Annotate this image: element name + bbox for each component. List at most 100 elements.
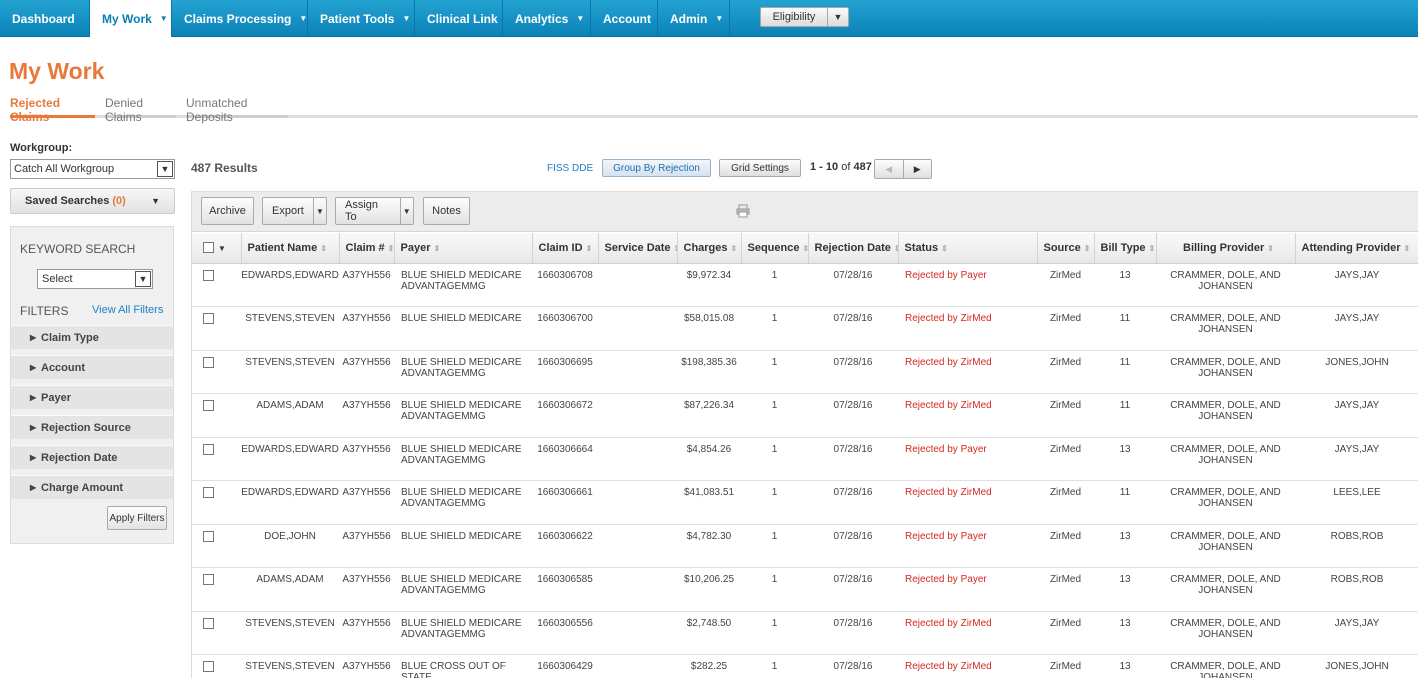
filter-rejection-source[interactable]: ▶ Rejection Source xyxy=(11,415,173,439)
column-header[interactable]: Claim ID ⇕ xyxy=(532,233,599,264)
filter-charge-amount[interactable]: ▶ Charge Amount xyxy=(11,475,173,499)
column-header[interactable]: Sequence⇕ xyxy=(741,233,809,264)
filter-label: Account xyxy=(41,361,85,374)
chevron-down-icon[interactable]: ▼ xyxy=(399,198,413,224)
row-checkbox[interactable] xyxy=(203,443,214,455)
filter-rejection-date[interactable]: ▶ Rejection Date xyxy=(11,445,173,469)
next-page-icon[interactable]: ▶ xyxy=(903,160,931,178)
eligibility-label[interactable]: Eligibility xyxy=(761,8,827,26)
chevron-down-icon[interactable]: ▼ xyxy=(827,8,848,26)
column-header[interactable]: Claim # ⇕ xyxy=(339,233,395,264)
previous-page-icon[interactable]: ◀ xyxy=(875,160,904,178)
row-select-cell xyxy=(192,263,241,307)
nav-item-claims-processing[interactable]: Claims Processing ▼ xyxy=(172,0,308,37)
rejection-date-cell: 07/28/16 xyxy=(808,393,898,438)
column-header[interactable]: Source ⇕ xyxy=(1037,233,1095,264)
chevron-down-icon[interactable]: ▼ xyxy=(312,198,326,224)
row-checkbox[interactable] xyxy=(203,617,214,629)
tab-unmatched-deposits[interactable]: Unmatched Deposits xyxy=(186,96,288,124)
row-checkbox[interactable] xyxy=(203,269,214,281)
tab-denied-claims[interactable]: Denied Claims xyxy=(105,96,176,124)
tab-rejected-claims[interactable]: Rejected Claims xyxy=(10,96,95,124)
keyword-select-value: Select xyxy=(42,273,73,285)
row-checkbox[interactable] xyxy=(203,530,214,542)
rejection-date-cell: 07/28/16 xyxy=(808,567,898,612)
column-header[interactable]: Charges ⇕ xyxy=(677,233,742,264)
table-row[interactable]: ADAMS,ADAM A37YH556 BLUE SHIELD MEDICARE A… xyxy=(192,567,1418,612)
status-cell: Rejected by Payer xyxy=(898,437,1037,481)
chevron-down-icon[interactable]: ▼ xyxy=(218,244,226,253)
table-row[interactable]: STEVENS,STEVEN A37YH556 BLUE CROSS OUT OF … xyxy=(192,654,1418,678)
claim-number-cell: A37YH556 xyxy=(339,263,394,307)
claim-number-cell: A37YH556 xyxy=(339,437,394,481)
column-header[interactable]: Bill Type ⇕ xyxy=(1094,233,1157,264)
print-icon[interactable] xyxy=(736,204,750,218)
column-header[interactable]: Payer ⇕ xyxy=(394,233,533,264)
sequence-cell: 1 xyxy=(741,393,808,438)
filter-claim-type[interactable]: ▶ Claim Type xyxy=(11,325,173,349)
column-header[interactable]: Status ⇕ xyxy=(898,233,1038,264)
table-row[interactable]: STEVENS,STEVEN A37YH556 BLUE SHIELD MEDICA… xyxy=(192,306,1418,351)
service-date-cell xyxy=(598,480,677,525)
column-header[interactable]: Attending Provider ⇕ xyxy=(1295,233,1418,264)
nav-label: Admin xyxy=(670,11,708,26)
column-header[interactable]: Billing Provider ⇕ xyxy=(1156,233,1296,264)
table-row[interactable]: STEVENS,STEVEN A37YH556 BLUE SHIELD MEDICA… xyxy=(192,350,1418,394)
filter-account[interactable]: ▶ Account xyxy=(11,355,173,379)
select-all-checkbox[interactable] xyxy=(203,242,214,254)
assign-to-button[interactable]: Assign To ▼ xyxy=(335,197,414,225)
table-row[interactable]: EDWARDS,EDWARD A37YH556 BLUE SHIELD MEDICA… xyxy=(192,437,1418,481)
table-row[interactable]: EDWARDS,EDWARD A37YH556 BLUE SHIELD MEDICA… xyxy=(192,263,1418,307)
nav-item-clinical-link[interactable]: Clinical Link xyxy=(415,0,503,37)
table-row[interactable]: EDWARDS,EDWARD A37YH556 BLUE SHIELD MEDICA… xyxy=(192,480,1418,525)
row-checkbox[interactable] xyxy=(203,661,214,672)
top-nav: Dashboard My Work ▼ Claims Processing ▼ Pa… xyxy=(0,0,1418,37)
attending-provider-cell: JAYS,JAY xyxy=(1295,393,1418,438)
view-all-filters-link[interactable]: View All Filters xyxy=(92,304,163,316)
apply-filters-button[interactable]: Apply Filters xyxy=(107,506,167,530)
nav-item-analytics[interactable]: Analytics ▼ xyxy=(503,0,591,37)
chevron-down-icon: ▼ xyxy=(151,196,160,206)
chevron-down-icon[interactable]: ▼ xyxy=(135,271,151,287)
group-by-rejection-button[interactable]: Group By Rejection xyxy=(602,159,711,177)
pagination-controls: ◀ ▶ xyxy=(874,159,932,179)
table-row[interactable]: DOE,JOHN A37YH556 BLUE SHIELD MEDICARE 1660… xyxy=(192,524,1418,568)
keyword-select[interactable]: Select ▼ xyxy=(37,269,153,289)
row-checkbox[interactable] xyxy=(203,487,214,498)
chevron-down-icon[interactable]: ▼ xyxy=(157,161,173,177)
status-cell: Rejected by ZirMed xyxy=(898,393,1037,438)
eligibility-dropdown[interactable]: Eligibility ▼ xyxy=(760,7,849,27)
archive-button[interactable]: Archive xyxy=(201,197,254,225)
row-checkbox[interactable] xyxy=(203,356,214,368)
filter-payer[interactable]: ▶ Payer xyxy=(11,385,173,409)
table-row[interactable]: STEVENS,STEVEN A37YH556 BLUE SHIELD MEDICA… xyxy=(192,611,1418,655)
row-checkbox[interactable] xyxy=(203,400,214,411)
nav-item-patient-tools[interactable]: Patient Tools ▼ xyxy=(308,0,415,37)
service-date-cell xyxy=(598,393,677,438)
column-header[interactable]: Patient Name ⇕ xyxy=(241,233,340,264)
select-all-header[interactable]: ▼ xyxy=(192,233,242,264)
nav-item-dashboard[interactable]: Dashboard xyxy=(0,0,90,37)
nav-item-my-work[interactable]: My Work ▼ xyxy=(90,0,172,37)
nav-item-account[interactable]: Account xyxy=(591,0,658,37)
grid-settings-button[interactable]: Grid Settings xyxy=(719,159,801,177)
sequence-cell: 1 xyxy=(741,567,808,612)
row-checkbox[interactable] xyxy=(203,313,214,324)
sequence-cell: 1 xyxy=(741,306,808,351)
column-header[interactable]: Rejection Date⇕ xyxy=(808,233,899,264)
billing-provider-cell: CRAMMER, DOLE, AND JOHANSEN xyxy=(1156,350,1295,394)
notes-button[interactable]: Notes xyxy=(423,197,470,225)
billing-provider-cell: CRAMMER, DOLE, AND JOHANSEN xyxy=(1156,306,1295,351)
nav-item-admin[interactable]: Admin ▼ xyxy=(658,0,730,37)
table-row[interactable]: ADAMS,ADAM A37YH556 BLUE SHIELD MEDICARE A… xyxy=(192,393,1418,438)
chevron-down-icon: ▼ xyxy=(715,14,724,23)
column-header[interactable]: Service Date⇕ xyxy=(598,233,678,264)
patient-name-cell: EDWARDS,EDWARD xyxy=(241,480,339,525)
workgroup-select[interactable]: Catch All Workgroup ▼ xyxy=(10,159,175,179)
saved-searches-button[interactable]: Saved Searches (0) ▼ xyxy=(10,188,175,214)
fiss-dde-link[interactable]: FISS DDE xyxy=(547,163,593,174)
row-checkbox[interactable] xyxy=(203,574,214,585)
patient-name-cell: STEVENS,STEVEN xyxy=(241,306,339,351)
export-button[interactable]: Export ▼ xyxy=(262,197,327,225)
status-cell: Rejected by Payer xyxy=(898,524,1037,568)
